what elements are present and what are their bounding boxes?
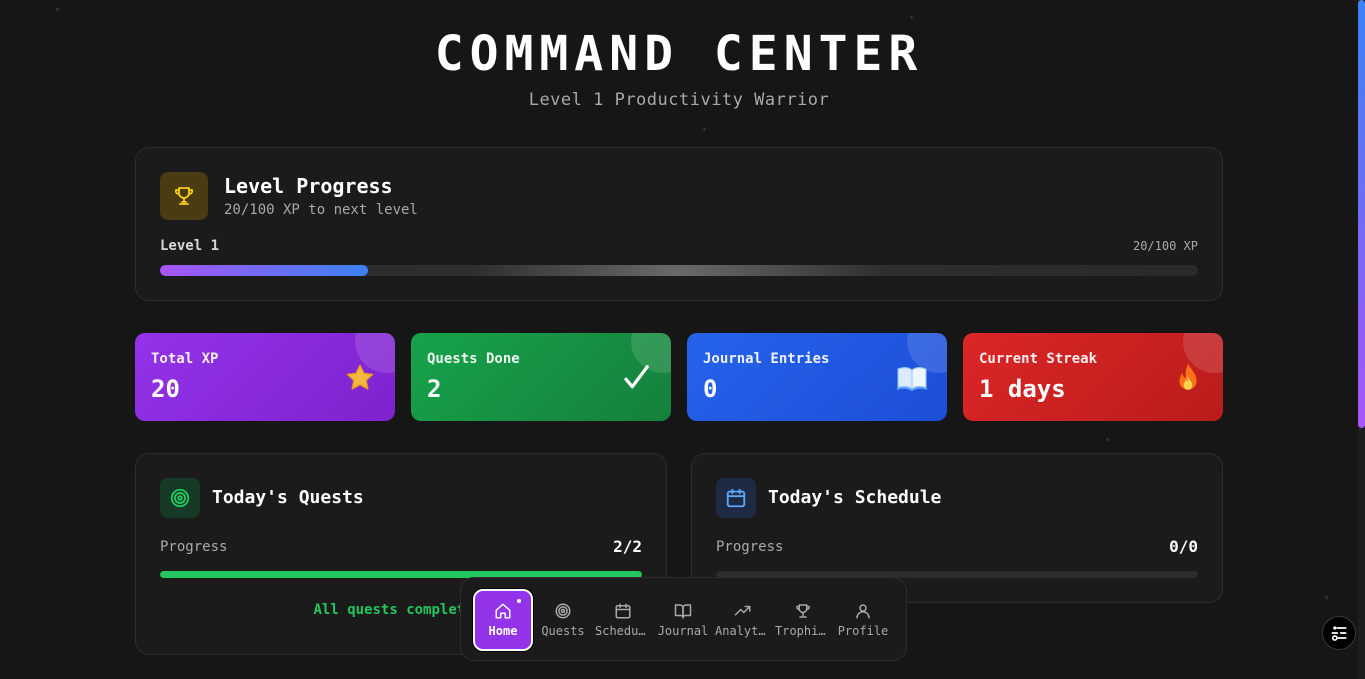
schedule-progress-count: 0/0 [1169, 537, 1198, 556]
stat-card-total-xp: Total XP 20 [135, 333, 395, 421]
scrollbar-thumb[interactable] [1358, 0, 1365, 428]
star-icon [343, 361, 377, 395]
trophy-icon [160, 172, 208, 220]
background-star [1325, 596, 1328, 599]
checkmark-icon [619, 361, 653, 395]
level-label: Level 1 [160, 238, 220, 254]
nav-item-home[interactable]: Home [473, 589, 533, 651]
nav-label: Analytics [715, 624, 771, 638]
book-icon [895, 361, 929, 395]
schedule-title: Today's Schedule [768, 487, 942, 508]
stat-value: 20 [151, 375, 180, 403]
nav-item-quests[interactable]: Quests [533, 589, 593, 651]
xp-label: 20/100 XP [1132, 239, 1198, 253]
stat-card-journal-entries: Journal Entries 0 [687, 333, 947, 421]
quests-progress-count: 2/2 [613, 537, 642, 556]
stat-label: Total XP [151, 351, 219, 367]
background-star [56, 8, 59, 11]
background-star [1106, 438, 1109, 441]
stat-label: Current Streak [979, 351, 1098, 367]
background-star [910, 16, 913, 19]
level-progress-bar [160, 265, 1198, 276]
nav-label: Quests [541, 624, 585, 638]
page-subtitle: Level 1 Productivity Warrior [528, 90, 830, 110]
target-icon [555, 603, 571, 619]
stat-value: 0 [703, 375, 718, 403]
quests-title: Today's Quests [212, 487, 364, 508]
calendar-icon [716, 478, 756, 518]
stat-card-quests-done: Quests Done 2 [411, 333, 671, 421]
nav-label: Trophies [775, 624, 831, 638]
nav-label: Journal [657, 624, 709, 638]
nav-item-profile[interactable]: Profile [833, 589, 893, 651]
target-icon [160, 478, 200, 518]
level-progress-fill [160, 265, 368, 276]
nav-label: Home [488, 624, 518, 638]
background-star [703, 128, 706, 131]
sliders-icon [1331, 626, 1347, 641]
stat-value: 2 [427, 375, 442, 403]
active-indicator [517, 599, 521, 603]
trend-icon [734, 605, 751, 616]
stat-card-current-streak: Current Streak 1 days [963, 333, 1223, 421]
page-title: COMMAND CENTER [434, 26, 924, 82]
schedule-progress-label: Progress [716, 539, 784, 555]
home-icon [495, 603, 511, 619]
nav-item-journal[interactable]: Journal [653, 589, 713, 651]
trophy-icon [796, 604, 810, 618]
settings-fab[interactable] [1322, 616, 1356, 650]
stat-label: Quests Done [427, 351, 520, 367]
calendar-icon [615, 603, 631, 619]
user-icon [856, 604, 870, 619]
quests-progress-label: Progress [160, 539, 228, 555]
nav-item-analytics[interactable]: Analytics [713, 589, 773, 651]
fire-icon [1171, 361, 1205, 395]
nav-item-trophies[interactable]: Trophies [773, 589, 833, 651]
bottom-navigation: Home Quests Schedule Journal Analytics T… [460, 577, 907, 661]
scrollbar-track[interactable] [1358, 0, 1365, 679]
level-progress-title: Level Progress [224, 174, 393, 198]
nav-label: Schedule [595, 624, 651, 638]
stat-label: Journal Entries [703, 351, 830, 367]
level-progress-card: Level Progress 20/100 XP to next level L… [135, 147, 1223, 301]
stat-value: 1 days [979, 375, 1066, 403]
nav-label: Profile [837, 624, 889, 638]
book-icon [674, 604, 692, 619]
nav-item-schedule[interactable]: Schedule [593, 589, 653, 651]
level-progress-subtitle: 20/100 XP to next level [224, 202, 418, 218]
